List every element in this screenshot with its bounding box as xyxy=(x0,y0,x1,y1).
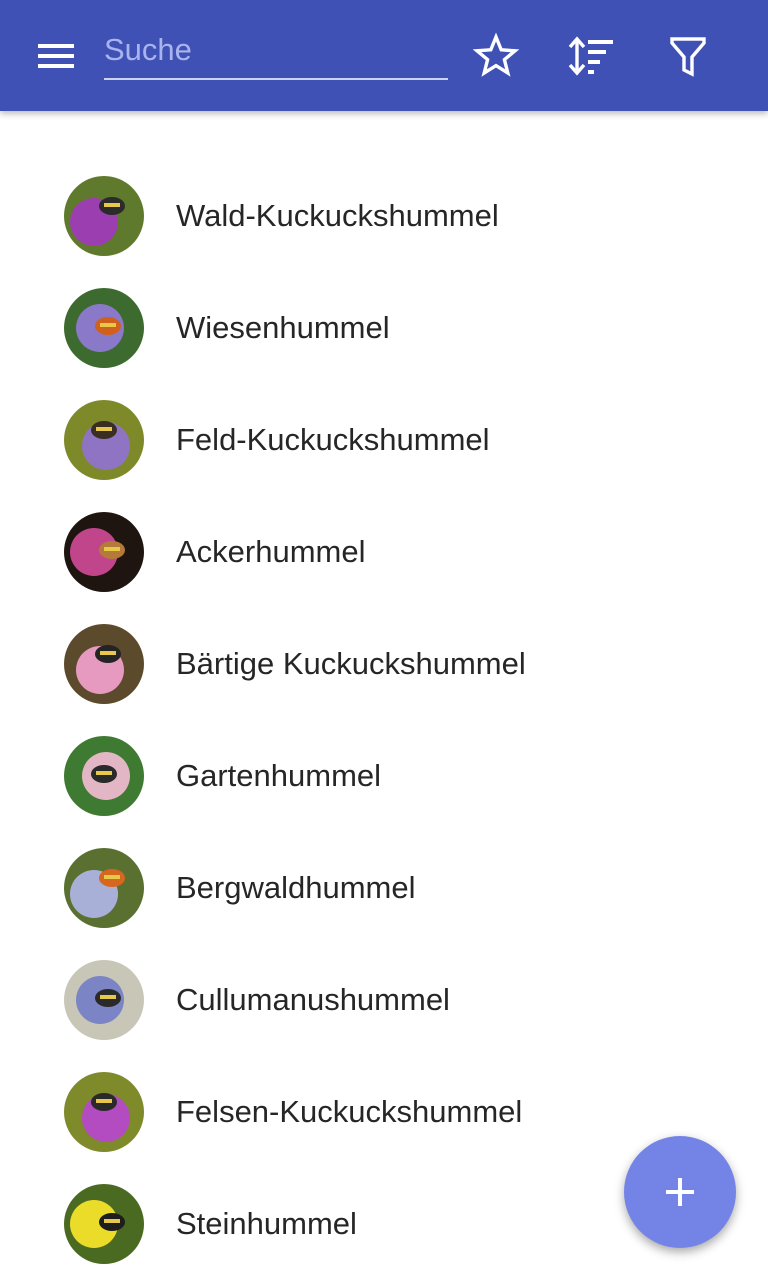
list-item[interactable]: Bergwaldhummel xyxy=(0,832,768,944)
list-item[interactable]: Wald-Kuckuckshummel xyxy=(0,160,768,272)
search-input[interactable] xyxy=(104,22,448,80)
species-name: Felsen-Kuckuckshummel xyxy=(176,1094,523,1129)
species-photo xyxy=(64,960,144,1040)
species-name: Steinhummel xyxy=(176,1206,357,1241)
species-photo xyxy=(64,1072,144,1152)
species-photo xyxy=(64,1184,144,1264)
filter-button[interactable] xyxy=(662,30,714,82)
app-screen: Wald-Kuckuckshummel Wiesenhummel Feld-Kuck… xyxy=(0,0,768,1280)
sort-button[interactable] xyxy=(565,30,617,82)
species-photo xyxy=(64,736,144,816)
list-item[interactable]: Cullumanushummel xyxy=(0,944,768,1056)
species-name: Ackerhummel xyxy=(176,534,366,569)
species-name: Wald-Kuckuckshummel xyxy=(176,198,499,233)
search-field xyxy=(104,22,448,82)
filter-icon xyxy=(662,30,714,82)
list-item[interactable]: Feld-Kuckuckshummel xyxy=(0,384,768,496)
list-item[interactable]: Ackerhummel xyxy=(0,496,768,608)
species-photo xyxy=(64,512,144,592)
list-item[interactable]: Wiesenhummel xyxy=(0,272,768,384)
add-button[interactable] xyxy=(624,1136,736,1248)
species-photo xyxy=(64,848,144,928)
species-photo xyxy=(64,288,144,368)
favorites-button[interactable] xyxy=(470,30,522,82)
species-name: Gartenhummel xyxy=(176,758,382,793)
menu-button[interactable] xyxy=(26,34,86,78)
species-photo xyxy=(64,624,144,704)
list-item[interactable]: Gartenhummel xyxy=(0,720,768,832)
species-name: Bergwaldhummel xyxy=(176,870,416,905)
species-photo xyxy=(64,176,144,256)
species-list: Wald-Kuckuckshummel Wiesenhummel Feld-Kuck… xyxy=(0,160,768,1280)
star-icon xyxy=(470,30,522,82)
sort-icon xyxy=(565,30,617,82)
species-photo xyxy=(64,400,144,480)
species-name: Cullumanushummel xyxy=(176,982,450,1017)
list-item[interactable]: Bärtige Kuckuckshummel xyxy=(0,608,768,720)
menu-icon xyxy=(26,34,86,78)
species-name: Feld-Kuckuckshummel xyxy=(176,422,490,457)
app-toolbar xyxy=(0,0,768,111)
species-name: Wiesenhummel xyxy=(176,310,390,345)
species-name: Bärtige Kuckuckshummel xyxy=(176,646,526,681)
